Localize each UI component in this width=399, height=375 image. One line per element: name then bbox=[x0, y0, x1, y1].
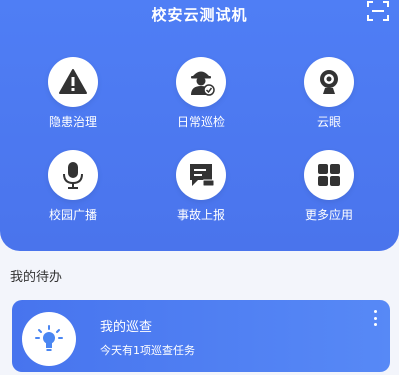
grid-label: 校园广播 bbox=[48, 208, 97, 222]
grid-label: 云眼 bbox=[316, 115, 341, 129]
grid-item-hazard[interactable]: 隐患治理 bbox=[23, 57, 123, 147]
app-title: 校安云测试机 bbox=[151, 6, 248, 24]
grid-label: 隐患治理 bbox=[48, 115, 97, 129]
icon-circle bbox=[176, 150, 226, 200]
task-title: 我的巡查 bbox=[100, 320, 153, 335]
task-subtitle: 今天有1项巡查任务 bbox=[100, 344, 195, 357]
inspector-icon bbox=[191, 71, 215, 96]
grid-item-more-apps[interactable]: 更多应用 bbox=[279, 150, 379, 240]
icon-circle bbox=[176, 57, 226, 107]
microphone-icon bbox=[63, 162, 83, 189]
grid-item-accident-report[interactable]: 事故上报 bbox=[151, 150, 251, 240]
report-icon bbox=[190, 164, 215, 187]
grid-label: 更多应用 bbox=[304, 208, 353, 222]
icon-circle bbox=[304, 57, 354, 107]
grid-item-cloud-eye[interactable]: 云眼 bbox=[279, 57, 379, 147]
scan-qr-icon bbox=[367, 1, 389, 21]
header-panel: 校安云测试机 隐患治理 日常巡检 云眼 校园广播 事故上报 更多应用 bbox=[0, 0, 399, 251]
more-options-icon[interactable] bbox=[370, 310, 380, 326]
inspection-task-card[interactable]: 我的巡查 今天有1项巡查任务 bbox=[12, 300, 390, 372]
warning-icon bbox=[59, 69, 87, 94]
icon-circle bbox=[48, 150, 98, 200]
apps-grid-icon bbox=[318, 164, 340, 186]
task-icon-circle bbox=[22, 312, 76, 366]
webcam-icon bbox=[320, 70, 338, 94]
scan-button[interactable] bbox=[365, 0, 391, 22]
todo-section-title: 我的待办 bbox=[10, 270, 63, 285]
grid-label: 事故上报 bbox=[176, 208, 225, 222]
lightbulb-icon bbox=[35, 325, 63, 351]
grid-label: 日常巡检 bbox=[176, 115, 225, 129]
icon-circle bbox=[304, 150, 354, 200]
grid-item-broadcast[interactable]: 校园广播 bbox=[23, 150, 123, 240]
grid-item-inspection[interactable]: 日常巡检 bbox=[151, 57, 251, 147]
icon-circle bbox=[48, 57, 98, 107]
